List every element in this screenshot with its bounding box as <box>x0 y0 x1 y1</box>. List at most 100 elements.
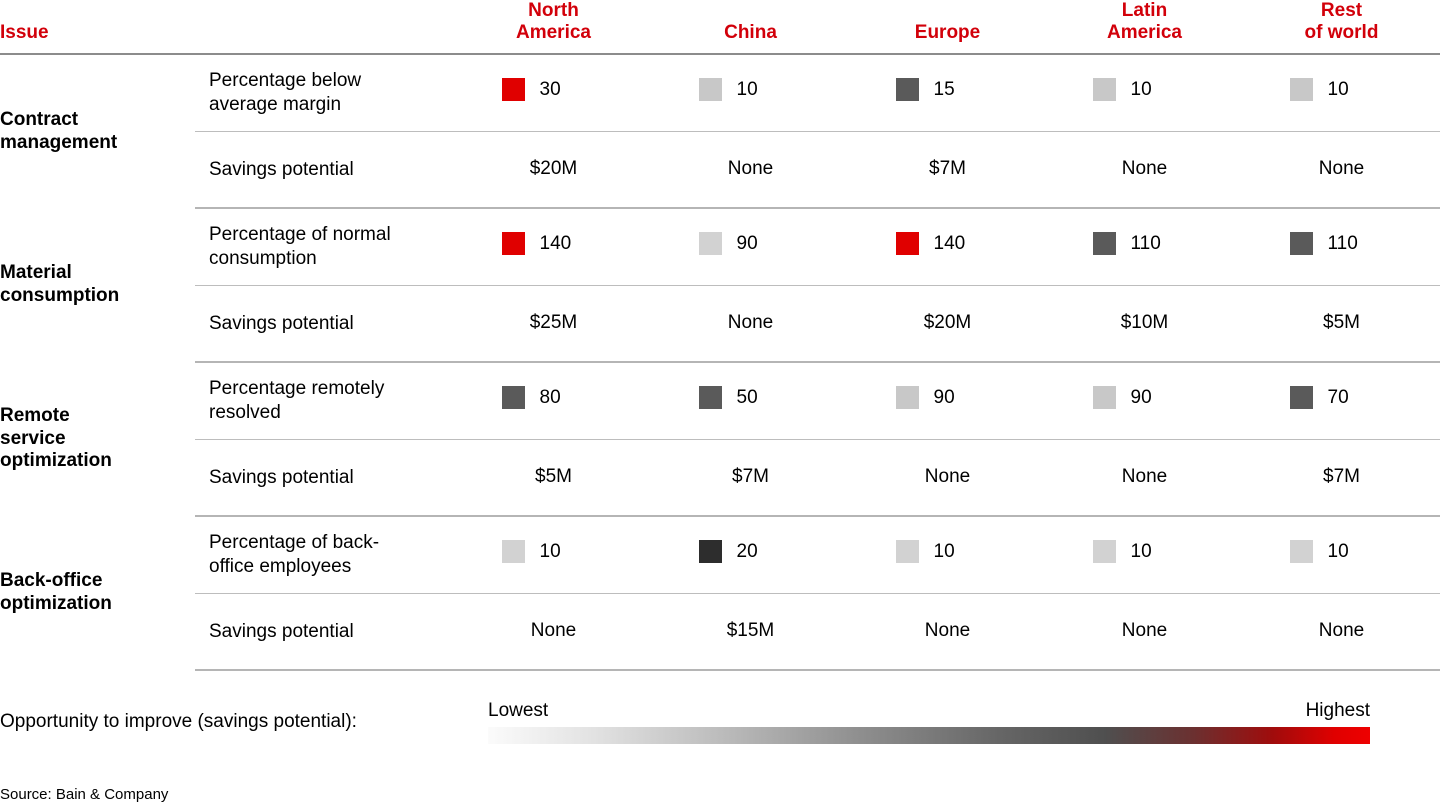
metric-value: 90 <box>736 233 758 255</box>
metric-value: 80 <box>539 387 561 409</box>
metric-value-cell: 90 <box>652 208 849 286</box>
savings-value: None <box>1046 593 1243 672</box>
metric-label: Percentage of normal consumption <box>195 208 455 286</box>
metric-value-cell: 10 <box>1046 516 1243 594</box>
metric-value-cell: 110 <box>1243 208 1440 286</box>
metric-value-cell: 110 <box>1046 208 1243 286</box>
issue-label: Contract management <box>0 108 118 153</box>
legend: Opportunity to improve (savings potentia… <box>0 700 1440 760</box>
legend-endpoints: Lowest Highest <box>488 700 1370 724</box>
savings-value: None <box>1046 131 1243 210</box>
heat-swatch-icon <box>501 78 525 102</box>
column-header-north-america: North America <box>516 0 591 44</box>
savings-value: None <box>1243 593 1440 672</box>
legend-label: Opportunity to improve (savings potentia… <box>0 711 357 732</box>
metric-value: 10 <box>539 541 561 563</box>
heat-swatch-icon <box>501 232 525 256</box>
column-header-metric <box>195 0 455 54</box>
column-header-latin-america: Latin America <box>1107 0 1182 44</box>
value-with-swatch: 10 <box>895 540 1000 564</box>
value-with-swatch: 50 <box>698 386 803 410</box>
metric-value-cell: 10 <box>1243 516 1440 594</box>
heat-swatch-icon <box>895 540 919 564</box>
metric-value: 140 <box>933 233 966 255</box>
savings-label: Savings potential <box>195 593 455 672</box>
metric-value-cell: 140 <box>455 208 652 286</box>
metric-label: Percentage remotely resolved <box>195 362 455 440</box>
metric-value: 10 <box>1130 79 1152 101</box>
heat-swatch-icon <box>1092 540 1116 564</box>
value-with-swatch: 10 <box>1092 540 1197 564</box>
value-with-swatch: 10 <box>1092 78 1197 102</box>
metric-value: 110 <box>1130 233 1161 255</box>
metric-value-cell: 30 <box>455 54 652 132</box>
metric-value-cell: 20 <box>652 516 849 594</box>
metric-value: 10 <box>1327 541 1349 563</box>
source-note: Source: Bain & Company <box>0 786 169 803</box>
metric-value: 140 <box>539 233 572 255</box>
column-header-rest-of-world: Rest of world <box>1304 0 1379 44</box>
metric-value-cell: 10 <box>849 516 1046 594</box>
savings-value: $20M <box>849 285 1046 364</box>
heat-swatch-icon <box>1092 78 1116 102</box>
savings-value: $5M <box>1243 285 1440 364</box>
metric-value-cell: 10 <box>652 54 849 132</box>
value-with-swatch: 15 <box>895 78 1000 102</box>
table-row: Savings potential $5M $7M None None $7M <box>0 439 1440 518</box>
metric-value-cell: 70 <box>1243 362 1440 440</box>
savings-value: $7M <box>1243 439 1440 518</box>
heat-swatch-icon <box>1289 540 1313 564</box>
value-with-swatch: 20 <box>698 540 803 564</box>
table-row: Savings potential None $15M None None None <box>0 593 1440 672</box>
metric-value-cell: 10 <box>1046 54 1243 132</box>
value-with-swatch: 70 <box>1289 386 1394 410</box>
savings-value: $10M <box>1046 285 1243 364</box>
value-with-swatch: 30 <box>501 78 606 102</box>
metric-value: 90 <box>933 387 955 409</box>
heat-swatch-icon <box>1092 232 1116 256</box>
heat-swatch-icon <box>501 386 525 410</box>
metric-value: 20 <box>736 541 758 563</box>
savings-value: None <box>849 439 1046 518</box>
heat-swatch-icon <box>1092 386 1116 410</box>
column-header-china: China <box>724 22 777 44</box>
metric-value: 70 <box>1327 387 1349 409</box>
value-with-swatch: 90 <box>895 386 1000 410</box>
heat-swatch-icon <box>698 386 722 410</box>
savings-value: None <box>652 285 849 364</box>
metric-value: 10 <box>736 79 758 101</box>
savings-label: Savings potential <box>195 439 455 518</box>
metric-value-cell: 80 <box>455 362 652 440</box>
savings-value: $5M <box>455 439 652 518</box>
metric-value: 90 <box>1130 387 1152 409</box>
table-header: Issue North America China Europe Latin A… <box>0 0 1440 55</box>
metric-value: 110 <box>1327 233 1358 255</box>
table-row: Savings potential $20M None $7M None None <box>0 131 1440 210</box>
metric-value-cell: 50 <box>652 362 849 440</box>
savings-value: $20M <box>455 131 652 210</box>
value-with-swatch: 90 <box>1092 386 1197 410</box>
metric-value: 50 <box>736 387 758 409</box>
savings-value: None <box>1046 439 1243 518</box>
metric-value: 30 <box>539 79 561 101</box>
value-with-swatch: 90 <box>698 232 803 256</box>
value-with-swatch: 80 <box>501 386 606 410</box>
savings-value: $25M <box>455 285 652 364</box>
savings-value: None <box>652 131 849 210</box>
legend-gradient-bar <box>488 727 1370 744</box>
metric-value-cell: 140 <box>849 208 1046 286</box>
metric-value-cell: 10 <box>1243 54 1440 132</box>
metric-value: 10 <box>1327 79 1349 101</box>
value-with-swatch: 140 <box>501 232 606 256</box>
heat-swatch-icon <box>698 540 722 564</box>
savings-label: Savings potential <box>195 285 455 364</box>
value-with-swatch: 140 <box>895 232 1000 256</box>
metric-label: Percentage of back- office employees <box>195 516 455 594</box>
legend-scale: Lowest Highest <box>488 700 1370 750</box>
infographic-page: Issue North America China Europe Latin A… <box>0 0 1440 810</box>
metric-value-cell: 15 <box>849 54 1046 132</box>
table-row: Remote service optimization Percentage re… <box>0 362 1440 471</box>
table-row: Material consumption Percentage of normal… <box>0 208 1440 306</box>
table-row: Savings potential $25M None $20M $10M $5M <box>0 285 1440 364</box>
savings-value: None <box>1243 131 1440 210</box>
